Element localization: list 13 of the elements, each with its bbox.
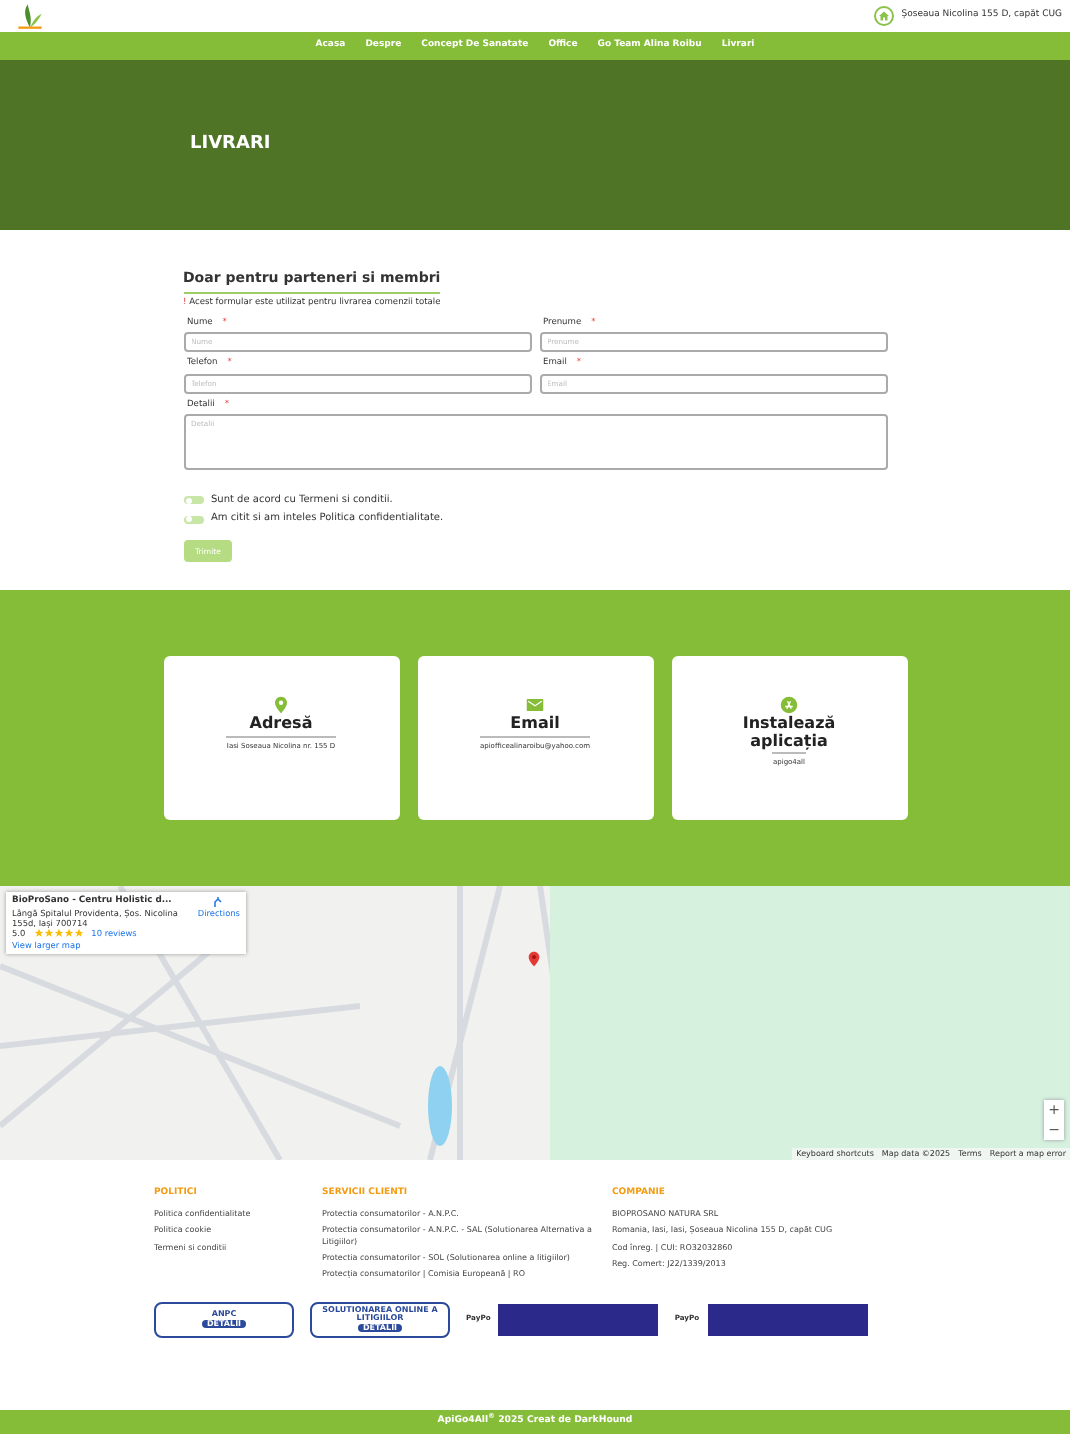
map-pin-icon: [526, 950, 542, 969]
toggle-switch[interactable]: [183, 496, 203, 505]
page-title: LIVRARI: [190, 134, 271, 156]
toggle-switch[interactable]: [183, 515, 203, 524]
app-store-icon: [780, 696, 798, 715]
directions-icon: [212, 896, 225, 909]
card-title: Instalează aplicația: [740, 716, 838, 751]
pin-icon: [272, 696, 290, 715]
card-title: Email: [510, 716, 560, 734]
card-title: Adresă: [249, 716, 313, 734]
mail-icon: [526, 696, 544, 715]
home-icon: [873, 6, 894, 26]
map-drawing[interactable]: [0, 886, 1070, 1161]
